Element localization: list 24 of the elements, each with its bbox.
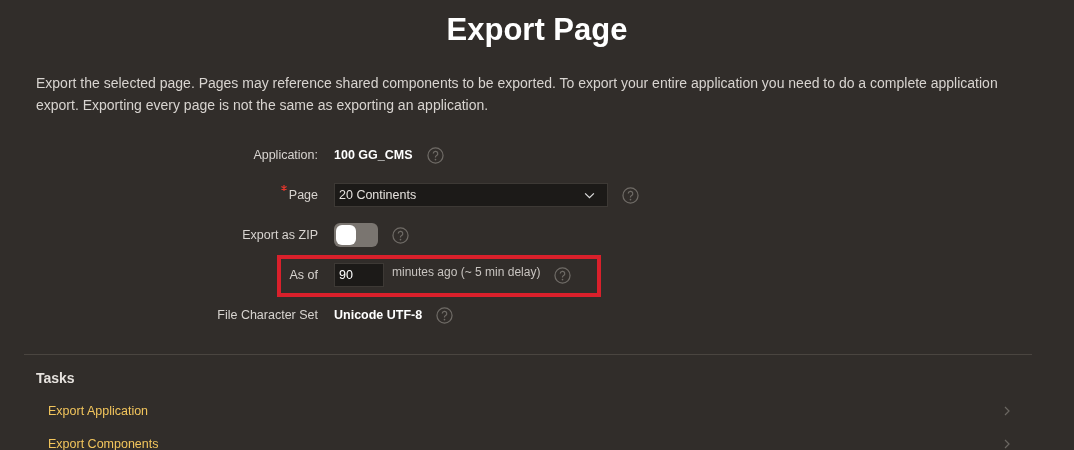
help-icon[interactable] <box>392 226 409 244</box>
toggle-switch[interactable] <box>334 223 378 247</box>
field-value: 100 GG_CMS <box>334 148 413 162</box>
page-select[interactable]: 20 Continents <box>334 183 608 207</box>
chevron-icon[interactable] <box>1004 438 1010 449</box>
field-label: Export as ZIP <box>242 228 318 242</box>
caret-icon <box>584 191 595 199</box>
help-icon[interactable] <box>436 306 454 324</box>
field-label: As of <box>289 268 318 282</box>
unit-text: minutes ago (~ 5 min delay) <box>392 265 541 279</box>
section-heading: Tasks <box>36 370 76 386</box>
description-text: Export the selected page. Pages may reference shared components to be exported. To export your entire application you need to do a complete application export. Exporting every page is not the same as exporting an application. <box>36 74 999 115</box>
field-label: File Character Set <box>217 308 318 322</box>
task-link[interactable]: Export Components <box>48 436 159 450</box>
chevron-icon[interactable] <box>1004 405 1010 416</box>
task-link[interactable]: Export Application <box>48 403 149 418</box>
help-icon[interactable] <box>426 146 444 164</box>
field-value: Unicode UTF-8 <box>334 308 423 322</box>
field-label: Application: <box>253 148 318 162</box>
help-icon[interactable] <box>554 266 572 284</box>
field-label: Page <box>288 188 318 202</box>
help-icon[interactable] <box>622 186 639 204</box>
number-input[interactable]: 90 <box>334 263 384 287</box>
page-title: Export Page <box>445 11 629 49</box>
